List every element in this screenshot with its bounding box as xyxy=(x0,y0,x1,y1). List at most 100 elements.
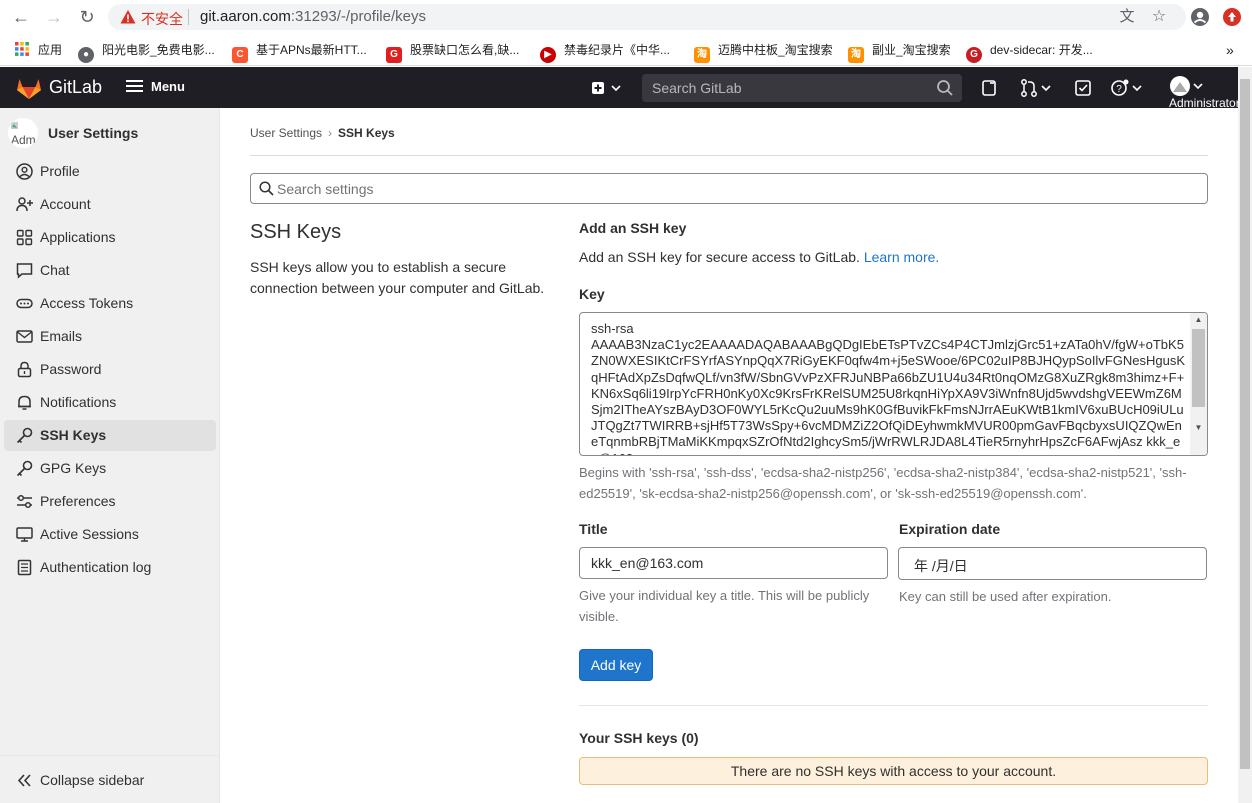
todo-icon[interactable] xyxy=(1072,77,1094,99)
sidebar-header[interactable]: Adm User Settings xyxy=(8,118,208,148)
settings-search[interactable] xyxy=(250,173,1208,204)
bookmark-item[interactable]: 淘迈腾中柱板_淘宝搜索 xyxy=(694,40,833,63)
sidebar-item-emails[interactable]: Emails xyxy=(4,321,216,352)
scrollbar-thumb[interactable] xyxy=(1240,79,1250,769)
gitlab-brand[interactable]: GitLab xyxy=(49,77,102,98)
add-key-button[interactable]: Add key xyxy=(579,649,653,681)
section-description: SSH keys allow you to establish a secure… xyxy=(250,259,545,296)
url-text[interactable]: git.aaron.com:31293/-/profile/keys xyxy=(200,8,426,25)
more-bookmarks-button[interactable]: » xyxy=(1226,40,1234,60)
sidebar-item-label: Notifications xyxy=(40,394,117,410)
url-host: git.aaron.com xyxy=(200,8,291,25)
warning-icon xyxy=(120,10,136,24)
taobao-icon: 淘 xyxy=(694,47,710,63)
scroll-up-icon[interactable]: ▲ xyxy=(1194,315,1203,324)
sidebar-item-label: Password xyxy=(40,361,102,377)
mail-icon xyxy=(16,330,33,343)
token-icon xyxy=(16,298,33,309)
bookmark-item[interactable]: C 基于APNs最新HTT... xyxy=(232,40,367,63)
avatar-alt-text: Adm xyxy=(11,133,36,147)
sidebar-item-applications[interactable]: Applications xyxy=(4,222,216,253)
bookmark-label: 基于APNs最新HTT... xyxy=(256,43,367,57)
expiration-date-field[interactable]: 年 /月/日 xyxy=(898,547,1207,580)
globe-icon: ● xyxy=(78,47,94,63)
sidebar-item-password[interactable]: Password xyxy=(4,354,216,385)
title-label: Title xyxy=(579,521,608,537)
no-keys-alert: There are no SSH keys with access to you… xyxy=(579,757,1208,785)
insecure-label: 不安全 xyxy=(141,11,183,27)
sidebar-item-ssh-keys[interactable]: SSH Keys xyxy=(4,420,216,451)
scrollbar-thumb[interactable] xyxy=(1192,329,1205,407)
log-icon xyxy=(17,559,32,576)
bookmark-item[interactable]: ▶ 禁毒纪录片《中华... xyxy=(540,40,671,63)
key-icon xyxy=(16,460,33,477)
bookmark-item[interactable]: Gdev-sidecar: 开发... xyxy=(966,40,1093,63)
bookmark-item[interactable]: 淘副业_淘宝搜索 xyxy=(848,40,951,63)
sidebar-item-profile[interactable]: Profile xyxy=(4,156,216,187)
avatar: Adm xyxy=(8,118,38,148)
user-icon xyxy=(16,163,33,180)
page-scrollbar[interactable] xyxy=(1238,67,1252,803)
profile-icon[interactable] xyxy=(1190,7,1210,27)
taobao-icon: 淘 xyxy=(848,47,864,63)
sidebar-item-label: Profile xyxy=(40,163,80,179)
sidebar-item-preferences[interactable]: Preferences xyxy=(4,486,216,517)
forward-icon[interactable]: → xyxy=(43,6,65,28)
gitlab-logo-icon[interactable] xyxy=(16,76,42,100)
collapse-sidebar-button[interactable]: Collapse sidebar xyxy=(0,755,220,803)
url-divider xyxy=(188,9,189,25)
textarea-scrollbar[interactable]: ▲ ▼ xyxy=(1190,313,1207,455)
reload-icon[interactable]: ↻ xyxy=(76,6,98,28)
sidebar-item-gpg-keys[interactable]: GPG Keys xyxy=(4,453,216,484)
sidebar-item-label: Preferences xyxy=(40,493,116,509)
bookmark-label: 禁毒纪录片《中华... xyxy=(564,43,671,57)
sessions-icon xyxy=(16,527,33,542)
bookmark-item[interactable]: ● 阳光电影_免费电影... xyxy=(78,40,215,63)
title-field[interactable] xyxy=(579,547,888,579)
gitlab-search[interactable] xyxy=(642,74,962,102)
settings-search-input[interactable] xyxy=(277,174,1197,203)
sidebar-item-notifications[interactable]: Notifications xyxy=(4,387,216,418)
account-icon xyxy=(16,197,33,212)
sidebar-item-authentication-log[interactable]: Authentication log xyxy=(4,552,216,583)
bookmark-label: 应用 xyxy=(38,43,63,57)
issues-icon[interactable] xyxy=(978,77,1000,99)
merge-requests-icon[interactable] xyxy=(1018,77,1054,99)
bookmark-item[interactable]: G 股票缺口怎么看,缺... xyxy=(386,40,520,63)
bookmark-item[interactable]: 应用 xyxy=(14,40,62,60)
translate-icon[interactable]: 文 xyxy=(1118,8,1136,26)
bookmark-star-icon[interactable]: ☆ xyxy=(1150,8,1168,26)
scroll-down-icon[interactable]: ▼ xyxy=(1194,423,1203,432)
preferences-icon xyxy=(17,494,32,509)
divider xyxy=(579,705,1208,706)
page-title: SSH Keys xyxy=(250,221,342,243)
title-help-text: Give your individual key a title. This w… xyxy=(579,588,870,624)
bookmark-label: 股票缺口怎么看,缺... xyxy=(410,43,520,57)
lock-icon xyxy=(17,361,32,378)
bell-icon xyxy=(18,395,31,410)
double-chevron-left-icon xyxy=(17,774,31,787)
chevron-right-icon: › xyxy=(328,126,333,140)
sidebar-item-label: Chat xyxy=(40,262,70,278)
back-icon[interactable]: ← xyxy=(10,6,32,28)
sidebar-item-account[interactable]: Account xyxy=(4,189,216,220)
gitlab-search-input[interactable] xyxy=(642,74,932,102)
bookmark-label: 阳光电影_免费电影... xyxy=(102,43,215,57)
sidebar-item-label: GPG Keys xyxy=(40,460,107,476)
sidebar-item-active-sessions[interactable]: Active Sessions xyxy=(4,519,216,550)
new-item-dropdown-icon[interactable] xyxy=(590,77,624,99)
bookmark-label: 迈腾中柱板_淘宝搜索 xyxy=(718,43,833,57)
sidebar-item-access-tokens[interactable]: Access Tokens xyxy=(4,288,216,319)
sidebar-item-chat[interactable]: Chat xyxy=(4,255,216,286)
menu-button[interactable]: Menu xyxy=(126,79,185,94)
address-bar[interactable]: 不安全 git.aaron.com:31293/-/profile/keys 文… xyxy=(108,4,1186,30)
update-icon[interactable] xyxy=(1222,7,1242,27)
search-icon xyxy=(259,181,274,196)
breadcrumb-ssh-keys[interactable]: SSH Keys xyxy=(338,126,395,140)
your-keys-heading: Your SSH keys (0) xyxy=(579,730,699,746)
gupiao-icon: G xyxy=(386,47,402,63)
learn-more-link[interactable]: Learn more. xyxy=(864,249,939,265)
breadcrumb-user-settings[interactable]: User Settings xyxy=(250,126,322,140)
help-icon[interactable]: ? xyxy=(1110,77,1146,99)
key-textarea[interactable]: ssh-rsa AAAAB3NzaC1yc2EAAAADAQABAAABgQDg… xyxy=(579,312,1208,456)
